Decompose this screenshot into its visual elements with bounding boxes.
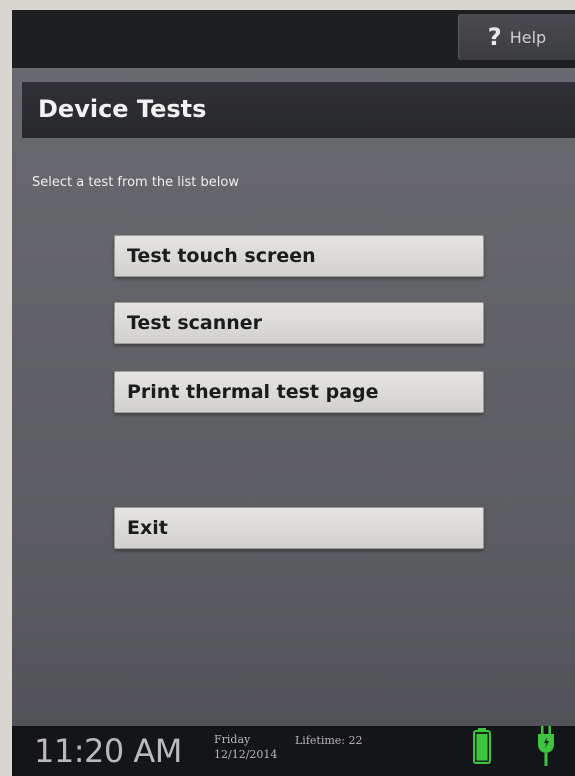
lifetime-counter: Lifetime: 22: [295, 734, 363, 747]
instruction-text: Select a test from the list below: [32, 175, 239, 190]
device-screen: ? Help Device Tests Select a test from t…: [12, 10, 575, 776]
lifetime-value: 22: [348, 734, 363, 747]
date-label: 12/12/2014: [214, 748, 278, 761]
battery-icon: [473, 728, 491, 764]
day-label: Friday: [214, 733, 251, 746]
test-scanner-button[interactable]: Test scanner: [114, 302, 484, 344]
exit-button[interactable]: Exit: [114, 507, 484, 549]
help-button[interactable]: ? Help: [458, 14, 575, 60]
help-label: Help: [509, 27, 547, 47]
test-touch-screen-button[interactable]: Test touch screen: [114, 235, 484, 277]
status-bar: 11:20 AM Friday 12/12/2014 Lifetime: 22: [12, 726, 575, 776]
date-block: Friday 12/12/2014: [214, 732, 277, 762]
print-thermal-test-page-button[interactable]: Print thermal test page: [114, 371, 484, 413]
top-bar: ? Help: [12, 10, 575, 68]
page-title: Device Tests: [38, 95, 207, 123]
power-plug-icon: [538, 726, 554, 766]
title-bar: Device Tests: [22, 82, 575, 138]
question-mark-icon: ?: [487, 23, 502, 51]
clock-time: 11:20 AM: [34, 732, 182, 770]
lifetime-label: Lifetime:: [295, 734, 345, 747]
